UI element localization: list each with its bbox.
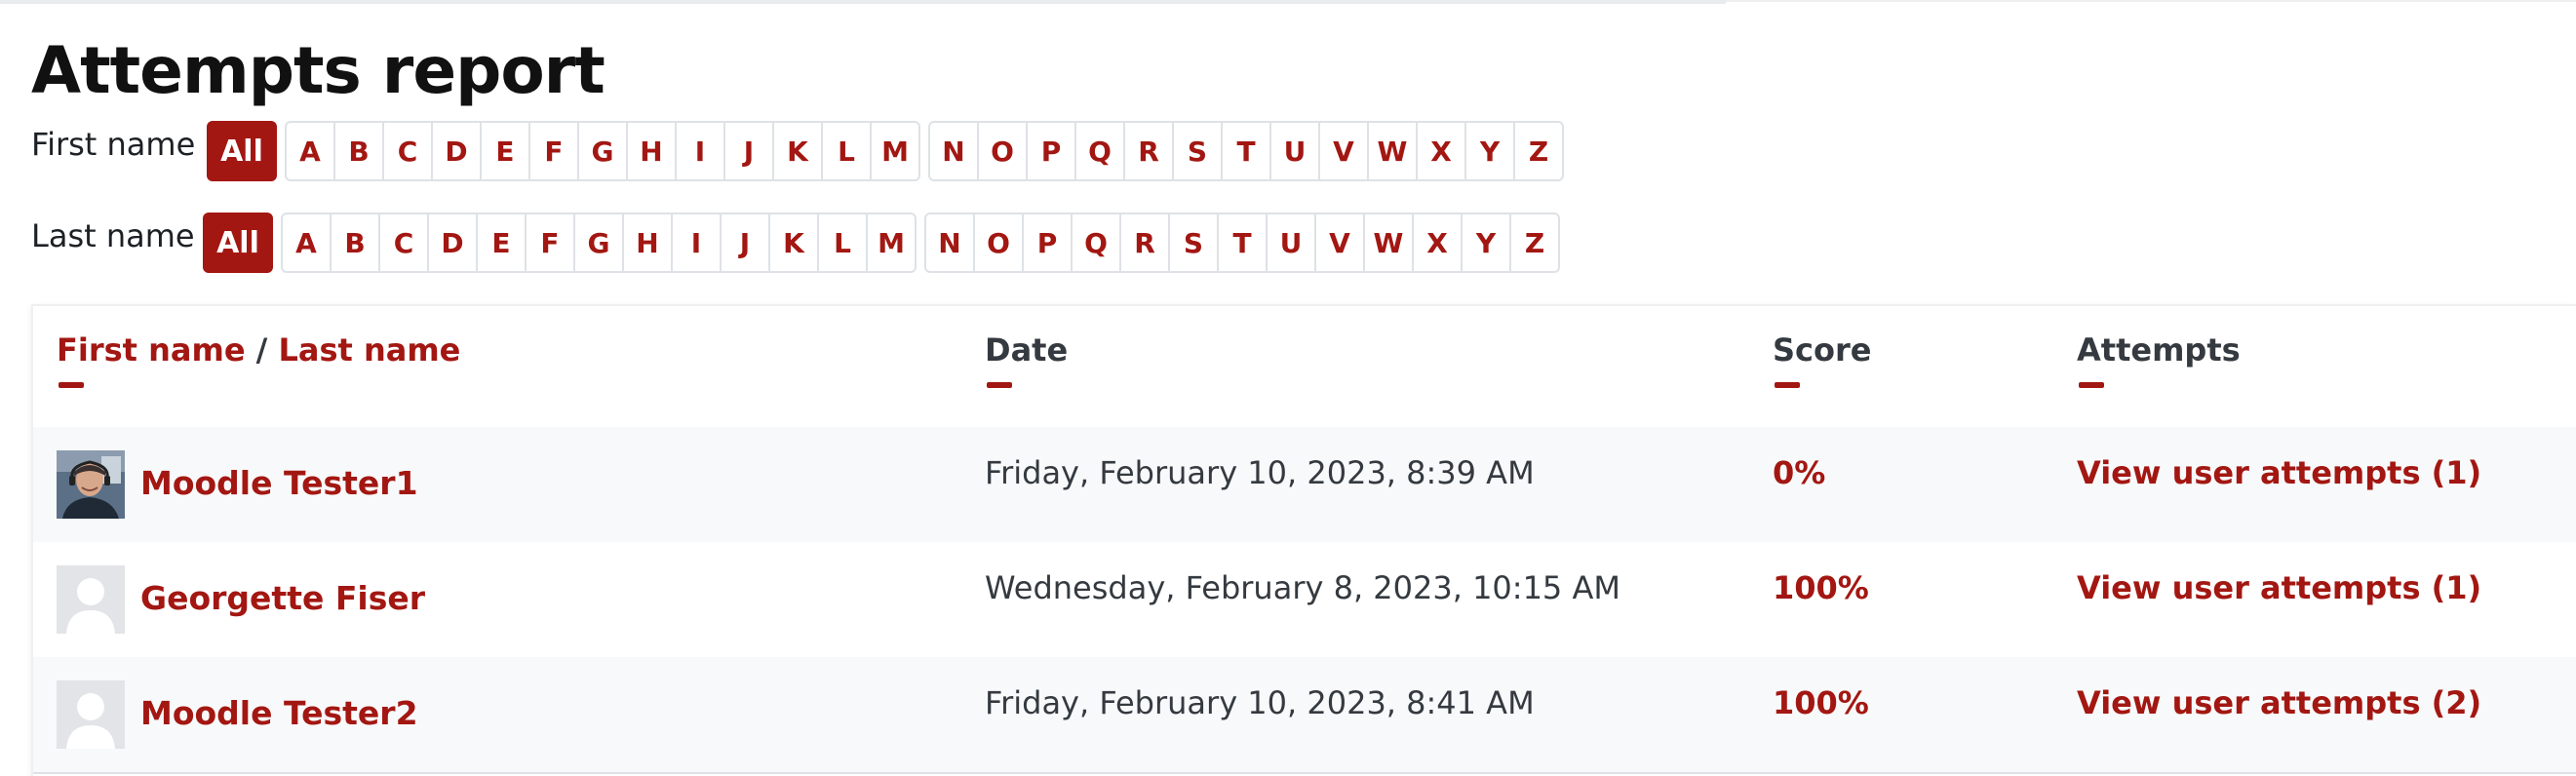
collapse-attempts-column-icon[interactable] bbox=[2079, 382, 2104, 388]
first-name-letter-y[interactable]: Y bbox=[1464, 121, 1515, 181]
table-row: Moodle Tester1 Friday, February 10, 2023… bbox=[33, 427, 2576, 544]
first-name-letter-p[interactable]: P bbox=[1026, 121, 1076, 181]
first-name-letter-r[interactable]: R bbox=[1123, 121, 1174, 181]
header-attempts-label: Attempts bbox=[2077, 331, 2241, 369]
collapse-score-column-icon[interactable] bbox=[1775, 382, 1800, 388]
last-name-letter-b[interactable]: B bbox=[330, 213, 380, 273]
header-attempts: Attempts bbox=[2077, 331, 2241, 369]
attempt-score-link[interactable]: 100% bbox=[1773, 569, 1869, 606]
first-name-letter-j[interactable]: J bbox=[723, 121, 774, 181]
last-name-letter-r[interactable]: R bbox=[1119, 213, 1170, 273]
last-name-all-button[interactable]: All bbox=[203, 213, 273, 273]
last-name-letter-k[interactable]: K bbox=[768, 213, 819, 273]
first-name-letters-a-m: ABCDEFGHIJKLM bbox=[285, 121, 920, 181]
header-date-label: Date bbox=[985, 331, 1069, 369]
last-name-letter-t[interactable]: T bbox=[1217, 213, 1268, 273]
last-name-letters-n-z: NOPQRSTUVWXYZ bbox=[924, 213, 1560, 273]
page-title: Attempts report bbox=[31, 33, 605, 108]
last-name-letter-h[interactable]: H bbox=[622, 213, 673, 273]
first-name-letter-i[interactable]: I bbox=[675, 121, 725, 181]
sort-last-name-link[interactable]: Last name bbox=[278, 331, 460, 369]
first-name-letter-m[interactable]: M bbox=[870, 121, 920, 181]
table-row: Moodle Tester2 Friday, February 10, 2023… bbox=[33, 657, 2576, 774]
view-user-attempts-link[interactable]: View user attempts (1) bbox=[2077, 454, 2481, 491]
attempt-score-link[interactable]: 100% bbox=[1773, 684, 1869, 721]
first-name-letter-n[interactable]: N bbox=[928, 121, 979, 181]
header-score: Score bbox=[1773, 331, 1871, 369]
first-name-letter-w[interactable]: W bbox=[1367, 121, 1418, 181]
top-divider bbox=[0, 0, 1726, 4]
first-name-letter-q[interactable]: Q bbox=[1074, 121, 1125, 181]
first-name-letter-d[interactable]: D bbox=[431, 121, 482, 181]
first-name-all-button[interactable]: All bbox=[207, 121, 277, 181]
last-name-letter-p[interactable]: P bbox=[1022, 213, 1073, 273]
last-name-letter-n[interactable]: N bbox=[924, 213, 975, 273]
attempt-date: Friday, February 10, 2023, 8:39 AM bbox=[985, 454, 1535, 491]
last-name-letter-s[interactable]: S bbox=[1168, 213, 1219, 273]
last-name-letter-e[interactable]: E bbox=[476, 213, 527, 273]
first-name-initials-bar: First name All ABCDEFGHIJKLM NOPQRSTUVWX… bbox=[31, 121, 1572, 181]
first-name-letter-u[interactable]: U bbox=[1269, 121, 1320, 181]
first-name-letter-c[interactable]: C bbox=[382, 121, 433, 181]
view-user-attempts-link[interactable]: View user attempts (2) bbox=[2077, 684, 2481, 721]
last-name-letter-q[interactable]: Q bbox=[1071, 213, 1121, 273]
last-name-letter-w[interactable]: W bbox=[1363, 213, 1414, 273]
first-name-letter-v[interactable]: V bbox=[1318, 121, 1369, 181]
last-name-letter-m[interactable]: M bbox=[866, 213, 917, 273]
user-name-link[interactable]: Moodle Tester2 bbox=[140, 694, 418, 732]
first-name-letter-b[interactable]: B bbox=[333, 121, 384, 181]
last-name-letter-x[interactable]: X bbox=[1412, 213, 1463, 273]
last-name-letter-g[interactable]: G bbox=[573, 213, 624, 273]
last-name-letter-v[interactable]: V bbox=[1314, 213, 1365, 273]
first-name-letter-f[interactable]: F bbox=[528, 121, 579, 181]
last-name-letter-z[interactable]: Z bbox=[1509, 213, 1560, 273]
attempt-score-link[interactable]: 0% bbox=[1773, 454, 1825, 491]
first-name-letters-n-z: NOPQRSTUVWXYZ bbox=[928, 121, 1564, 181]
top-divider-right bbox=[1726, 0, 2576, 2]
header-date: Date bbox=[985, 331, 1068, 369]
attempt-date: Wednesday, February 8, 2023, 10:15 AM bbox=[985, 569, 1620, 606]
last-name-letter-a[interactable]: A bbox=[281, 213, 332, 273]
last-name-letter-o[interactable]: O bbox=[973, 213, 1024, 273]
user-photo-avatar[interactable] bbox=[57, 450, 125, 519]
first-name-letter-o[interactable]: O bbox=[977, 121, 1028, 181]
first-name-letter-s[interactable]: S bbox=[1172, 121, 1223, 181]
last-name-filter-label: Last name bbox=[31, 217, 195, 254]
table-row: Georgette Fiser Wednesday, February 8, 2… bbox=[33, 542, 2576, 659]
first-name-letter-k[interactable]: K bbox=[772, 121, 823, 181]
collapse-name-column-icon[interactable] bbox=[59, 382, 84, 388]
first-name-letter-e[interactable]: E bbox=[480, 121, 530, 181]
first-name-letter-z[interactable]: Z bbox=[1513, 121, 1564, 181]
table-header: First name / Last name Date Score Attemp… bbox=[33, 306, 2576, 430]
last-name-letter-i[interactable]: I bbox=[671, 213, 722, 273]
last-name-letter-y[interactable]: Y bbox=[1461, 213, 1511, 273]
default-user-icon[interactable] bbox=[57, 680, 125, 749]
collapse-date-column-icon[interactable] bbox=[987, 382, 1012, 388]
first-name-letter-g[interactable]: G bbox=[577, 121, 628, 181]
header-score-label: Score bbox=[1773, 331, 1872, 369]
first-name-filter-label: First name bbox=[31, 126, 196, 163]
last-name-letter-l[interactable]: L bbox=[817, 213, 868, 273]
view-user-attempts-link[interactable]: View user attempts (1) bbox=[2077, 569, 2481, 606]
first-name-letter-h[interactable]: H bbox=[626, 121, 677, 181]
default-user-icon[interactable] bbox=[57, 565, 125, 634]
last-name-initials-bar: Last name All ABCDEFGHIJKLM NOPQRSTUVWXY… bbox=[31, 213, 1568, 273]
attempts-table: First name / Last name Date Score Attemp… bbox=[31, 304, 2576, 776]
first-name-letter-t[interactable]: T bbox=[1221, 121, 1271, 181]
last-name-letters-a-m: ABCDEFGHIJKLM bbox=[281, 213, 917, 273]
sort-first-name-link[interactable]: First name bbox=[57, 331, 246, 369]
header-separator: / bbox=[255, 331, 268, 369]
first-name-letter-l[interactable]: L bbox=[821, 121, 872, 181]
last-name-letter-c[interactable]: C bbox=[378, 213, 429, 273]
user-name-link[interactable]: Moodle Tester1 bbox=[140, 464, 418, 502]
first-name-letter-x[interactable]: X bbox=[1416, 121, 1466, 181]
header-name: First name / Last name bbox=[57, 331, 460, 369]
first-name-letter-a[interactable]: A bbox=[285, 121, 335, 181]
last-name-letter-u[interactable]: U bbox=[1266, 213, 1316, 273]
last-name-letter-j[interactable]: J bbox=[720, 213, 770, 273]
last-name-letter-f[interactable]: F bbox=[525, 213, 575, 273]
attempt-date: Friday, February 10, 2023, 8:41 AM bbox=[985, 684, 1535, 721]
user-name-link[interactable]: Georgette Fiser bbox=[140, 579, 425, 617]
last-name-letter-d[interactable]: D bbox=[427, 213, 478, 273]
